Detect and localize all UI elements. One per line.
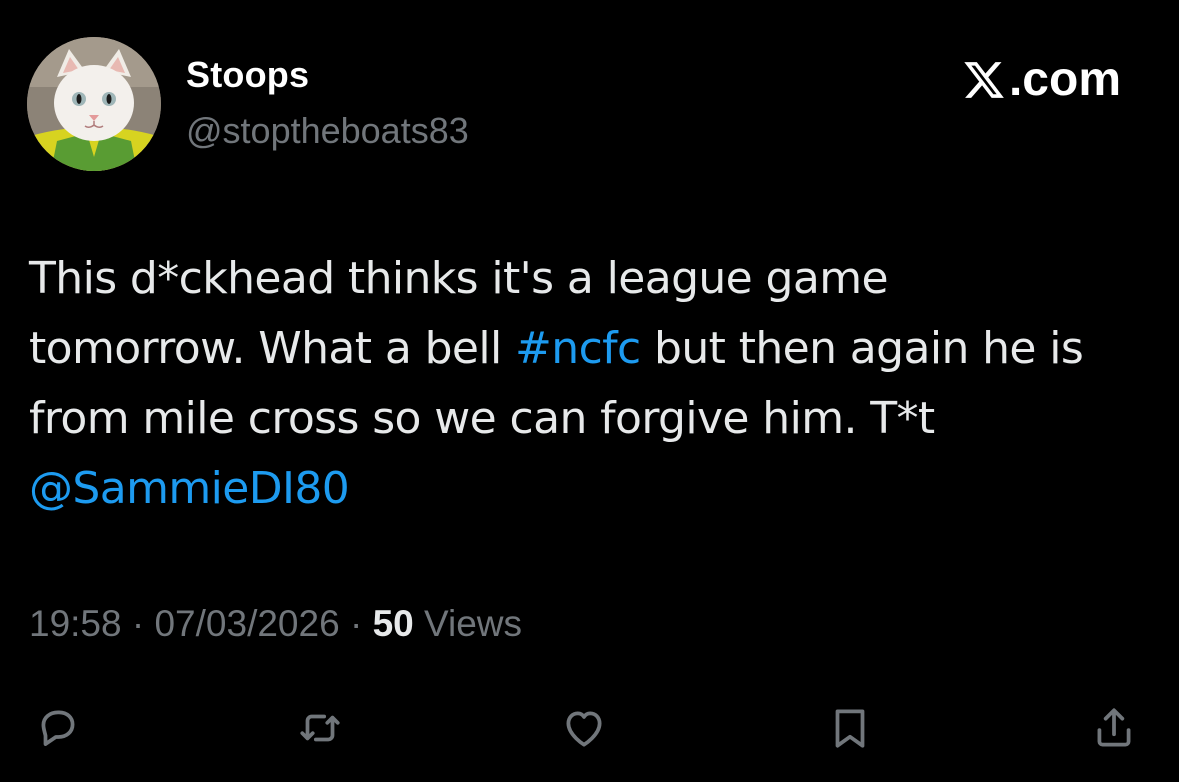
like-button[interactable] [556, 700, 612, 756]
views-label: Views [413, 603, 523, 644]
handle[interactable]: @stoptheboats83 [186, 110, 469, 152]
repost-button[interactable] [292, 700, 348, 756]
meta-separator: · [121, 603, 155, 644]
views-count: 50 [372, 603, 414, 644]
share-button[interactable] [1086, 700, 1142, 756]
tweet-text: This d*ckhead thinks it's a league game … [29, 244, 1154, 524]
like-icon [566, 711, 602, 747]
repost-icon [300, 714, 340, 742]
bookmark-icon [835, 709, 865, 748]
brand-logo: .com [961, 52, 1121, 107]
tweet-meta: 19:58 · 07/03/2026 · 50 Views [29, 603, 522, 645]
cat-avatar-icon [27, 37, 161, 171]
display-name[interactable]: Stoops [186, 54, 309, 96]
tweet-line: @SammieDI80 [29, 454, 1154, 524]
tweet-line: tomorrow. What a bell #ncfc but then aga… [29, 314, 1154, 384]
hashtag-link[interactable]: #ncfc [515, 323, 641, 374]
tweet-line: This d*ckhead thinks it's a league game [29, 253, 889, 304]
tweet-text-segment: tomorrow. What a bell [29, 323, 516, 374]
tweet-date[interactable]: 07/03/2026 [154, 603, 339, 644]
tweet-line: from mile cross so we can forgive him. T… [29, 393, 935, 444]
meta-separator: · [339, 603, 373, 644]
action-bar [0, 700, 1179, 760]
tweet-text-segment: but then again he is [640, 323, 1084, 374]
brand-label: .com [1008, 53, 1121, 106]
x-logo-icon [961, 58, 1007, 102]
bookmark-button[interactable] [822, 700, 878, 756]
avatar[interactable] [27, 37, 161, 171]
reply-button[interactable] [30, 700, 86, 756]
mention-link[interactable]: @SammieDI80 [29, 463, 350, 514]
share-icon [1097, 708, 1131, 747]
reply-icon [41, 710, 75, 746]
tweet-time[interactable]: 19:58 [29, 603, 122, 644]
